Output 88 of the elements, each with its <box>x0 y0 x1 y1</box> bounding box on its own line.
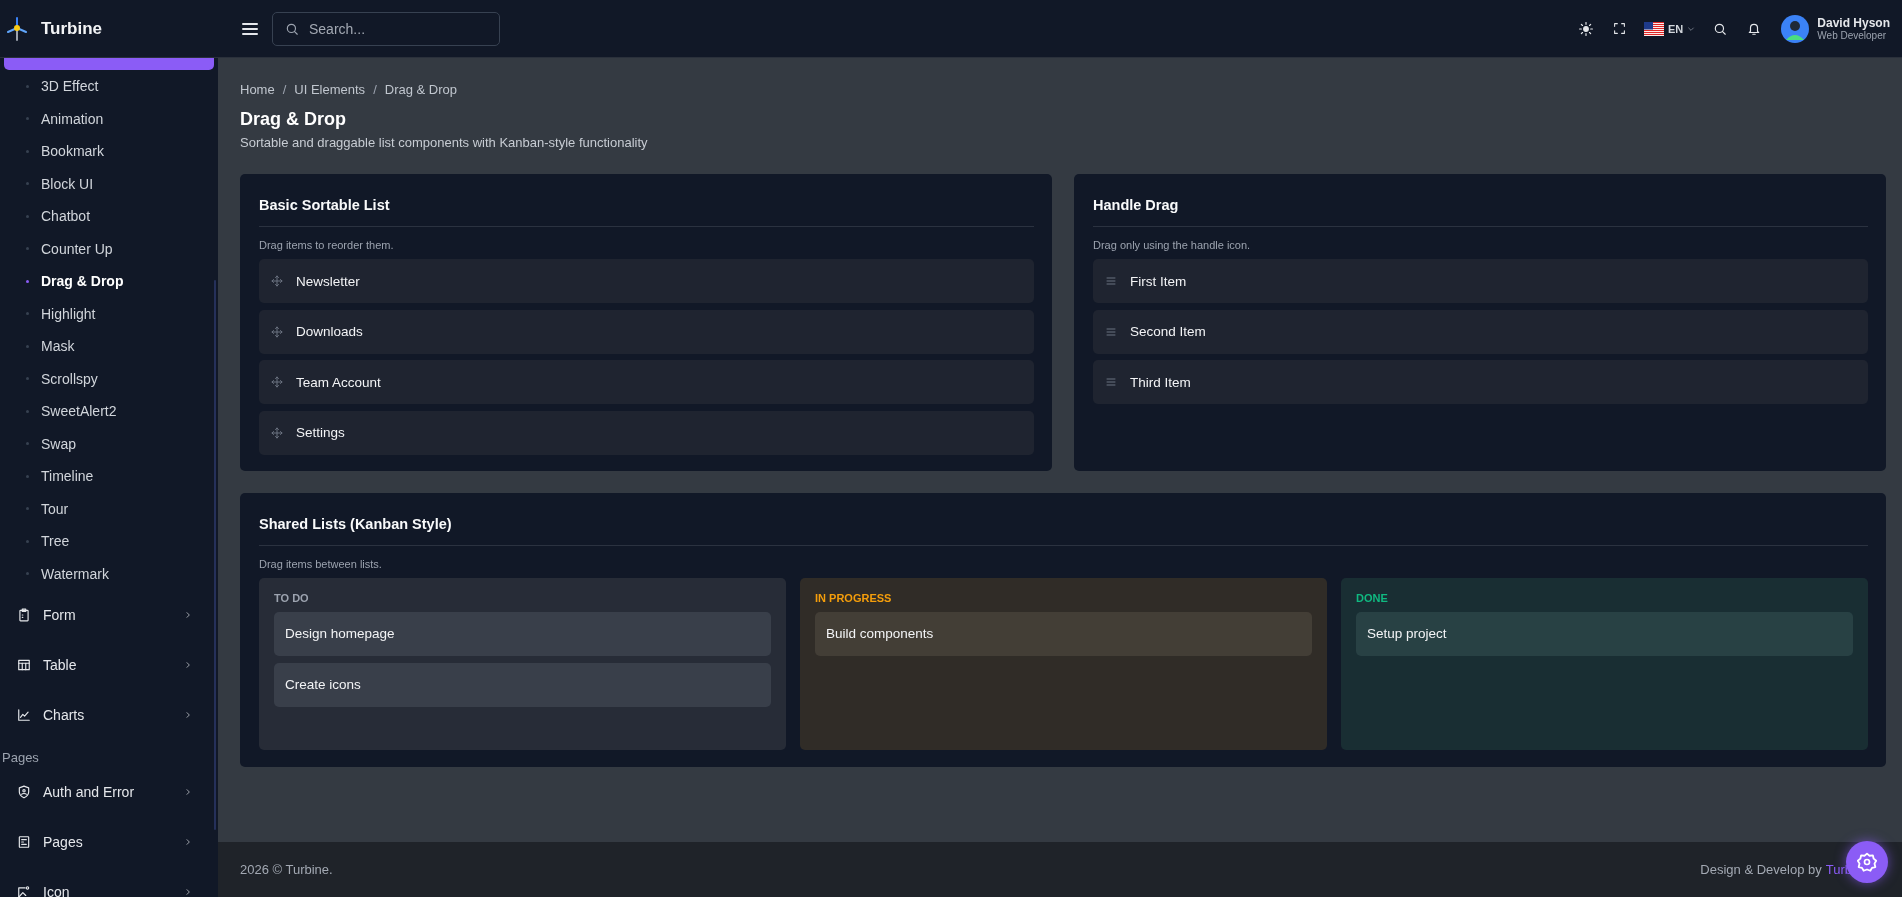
sidebar-subitem[interactable]: 3D Effect <box>0 70 218 103</box>
chevron-right-icon <box>184 660 192 670</box>
drag-handle-icon[interactable] <box>1105 376 1117 388</box>
move-icon <box>271 376 283 388</box>
scrollbar[interactable] <box>214 280 216 830</box>
kanban-card[interactable]: Setup project <box>1356 611 1853 656</box>
sortable-item[interactable]: Team Account <box>259 360 1034 404</box>
credit-text: Design & Develop by <box>1700 862 1822 877</box>
sortable-item[interactable]: Settings <box>259 410 1034 455</box>
sidebar-subitem[interactable]: Watermark <box>0 557 218 590</box>
sidebar-subitem[interactable]: Bookmark <box>0 135 218 168</box>
user-role: Web Developer <box>1817 30 1888 41</box>
drag-handle-icon[interactable] <box>1105 325 1117 338</box>
sidebar-item[interactable]: Form <box>0 590 218 640</box>
card-title: Handle Drag <box>1093 197 1868 227</box>
sidebar-subitem[interactable]: Block UI <box>0 167 218 200</box>
user-name: David Hyson <box>1817 16 1890 30</box>
avatar-icon[interactable] <box>1781 14 1810 43</box>
sidebar-subitem[interactable]: Drag & Drop <box>0 265 218 298</box>
fullscreen-icon <box>1613 22 1627 35</box>
sidebar-subitem[interactable]: Counter Up <box>0 232 218 265</box>
chart-icon <box>17 708 31 722</box>
search-field[interactable]: Search... <box>272 11 500 46</box>
sidebar-item[interactable]: Icon <box>0 867 218 897</box>
breadcrumb-separator: / <box>282 81 287 97</box>
card-hint: Drag items to reorder them. <box>259 239 395 251</box>
sidebar-subitem[interactable]: Chatbot <box>0 200 218 233</box>
chevron-right-icon <box>184 887 192 897</box>
settings-icon <box>1857 852 1877 872</box>
chevron-down-icon <box>1687 24 1696 33</box>
sortable-item[interactable]: Newsletter <box>259 259 1034 303</box>
kanban-card[interactable]: Create icons <box>274 662 771 707</box>
breadcrumb-separator: / <box>373 81 377 97</box>
breadcrumb-link[interactable]: UI Elements <box>294 81 366 97</box>
image-icon <box>17 885 31 897</box>
breadcrumb-current: Drag & Drop <box>384 81 457 97</box>
column-title: TO DO <box>274 591 310 604</box>
kanban-card[interactable]: Build components <box>815 611 1312 656</box>
kanban-card[interactable]: Design homepage <box>274 611 771 656</box>
search-icon <box>1713 21 1728 36</box>
card-hint: Drag only using the handle icon. <box>1093 239 1252 251</box>
chevron-right-icon <box>184 610 192 620</box>
chevron-right-icon <box>184 837 192 847</box>
card-title: Basic Sortable List <box>259 197 1034 227</box>
page-subtitle: Sortable and draggable list components with Kanban-style functionality <box>240 135 649 150</box>
breadcrumb-link[interactable]: Home <box>240 81 275 97</box>
sidebar-subitem[interactable]: Tour <box>0 492 218 525</box>
sortable-item[interactable]: Third Item <box>1093 360 1868 404</box>
page-title: Drag & Drop <box>240 109 347 130</box>
sidebar-subitem[interactable]: Scrollspy <box>0 362 218 395</box>
sidebar-subitem[interactable]: Animation <box>0 102 218 135</box>
menu-icon <box>242 21 258 36</box>
brand-name: Turbine <box>41 18 103 39</box>
column-title: DONE <box>1356 591 1389 604</box>
sidebar-subitem[interactable]: Highlight <box>0 297 218 330</box>
language-button[interactable]: EN <box>1642 19 1698 38</box>
sidebar-item[interactable]: Pages <box>0 817 218 867</box>
move-icon <box>271 275 283 287</box>
turbine-icon <box>6 16 28 41</box>
sidebar-subitem[interactable]: Mask <box>0 330 218 363</box>
sortable-item[interactable]: First Item <box>1093 259 1868 303</box>
table-icon <box>17 658 31 672</box>
sidebar-subitem[interactable]: Swap <box>0 427 218 460</box>
search-icon <box>285 21 299 36</box>
document-icon <box>17 835 31 849</box>
chevron-right-icon <box>184 710 192 720</box>
drag-handle-icon[interactable] <box>1105 275 1117 287</box>
sortable-item[interactable]: Second Item <box>1093 309 1868 354</box>
copyright-text: 2026 © Turbine. <box>240 862 333 877</box>
clipboard-icon <box>17 608 31 622</box>
sidebar-heading: Pages <box>1 749 40 767</box>
sidebar-subitem[interactable]: SweetAlert2 <box>0 395 218 428</box>
sidebar-item[interactable]: Auth and Error <box>0 767 218 817</box>
flag-icon <box>1644 21 1665 36</box>
sidebar-subitem[interactable]: Timeline <box>0 460 218 493</box>
shield-icon <box>17 785 31 799</box>
card-hint: Drag items between lists. <box>259 557 383 570</box>
sidebar-item[interactable]: Charts <box>0 690 218 740</box>
sun-icon <box>1579 21 1594 36</box>
sidebar-item[interactable]: Table <box>0 640 218 690</box>
bell-icon <box>1747 21 1762 36</box>
card-title: Shared Lists (Kanban Style) <box>259 515 1868 546</box>
chevron-right-icon <box>184 787 192 797</box>
column-title: IN PROGRESS <box>815 591 893 604</box>
move-icon <box>271 426 283 439</box>
move-icon <box>271 325 283 338</box>
sortable-item[interactable]: Downloads <box>259 309 1034 354</box>
sidebar-subitem[interactable]: Tree <box>0 525 218 558</box>
